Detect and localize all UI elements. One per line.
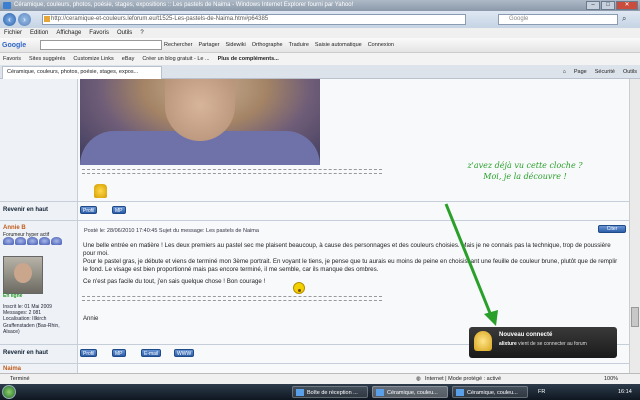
favorites-bar: Favoris Sites suggérés Customize Links e… bbox=[0, 53, 640, 65]
post-paragraph: Une belle entrée en matière ! Les deux p… bbox=[83, 242, 611, 257]
next-author-name[interactable]: Naima bbox=[3, 366, 21, 372]
home-icon[interactable]: ⌂ bbox=[563, 65, 566, 79]
smiley-icon bbox=[293, 282, 305, 294]
bell-icon bbox=[474, 331, 492, 351]
window-title: Céramique, couleurs, photos, poésie, sta… bbox=[14, 2, 354, 8]
fav-plus-complements[interactable]: Plus de compléments... bbox=[218, 53, 279, 65]
row-divider bbox=[0, 201, 629, 202]
close-button[interactable]: ✕ bbox=[616, 1, 638, 10]
menu-outils[interactable]: Outils bbox=[117, 28, 132, 38]
menu-favoris[interactable]: Favoris bbox=[89, 28, 109, 38]
separator-line bbox=[82, 169, 382, 171]
separator-line bbox=[82, 300, 382, 302]
taskbar-item-ie-2[interactable]: Céramique, couleu... bbox=[452, 386, 528, 398]
address-bar: ‹ › http://ceramique-et-couleurs.leforum… bbox=[0, 11, 640, 28]
menu-edition[interactable]: Edition bbox=[30, 28, 48, 38]
row-divider bbox=[0, 363, 629, 364]
row-divider bbox=[0, 220, 629, 221]
search-icon[interactable]: ⌕ bbox=[622, 14, 626, 24]
google-toolbar: Google Rechercher Partager Sidewiki Orth… bbox=[0, 38, 640, 53]
separator-line bbox=[82, 296, 382, 298]
window-titlebar: Céramique, couleurs, photos, poésie, sta… bbox=[0, 0, 640, 11]
fav-ebay[interactable]: eBay bbox=[122, 53, 135, 65]
ie-icon bbox=[3, 2, 11, 9]
popup-user: alixture bbox=[499, 341, 517, 347]
toolbar-connexion[interactable]: Connexion bbox=[368, 38, 394, 52]
rank-stars bbox=[3, 237, 62, 245]
fav-customize-links[interactable]: Customize Links bbox=[73, 53, 113, 65]
command-outils[interactable]: Outils bbox=[623, 65, 637, 79]
language-indicator[interactable]: FR bbox=[538, 384, 545, 400]
tab-bar: Céramique, couleurs, photos, poésie, sta… bbox=[0, 65, 640, 79]
taskbar-item-inbox[interactable]: Boîte de réception ... bbox=[292, 386, 368, 398]
command-page[interactable]: Page bbox=[574, 65, 587, 79]
mp-button[interactable]: MP bbox=[112, 349, 126, 357]
popup-title: Nouveau connecté bbox=[499, 332, 553, 338]
vertical-scrollbar[interactable] bbox=[629, 79, 640, 373]
tab-current[interactable]: Céramique, couleurs, photos, poésie, sta… bbox=[2, 66, 162, 79]
annotation-line-1: z'avez déjà vu cette cloche ? bbox=[467, 161, 583, 170]
menu-fichier[interactable]: Fichier bbox=[4, 28, 22, 38]
status-bar: Terminé ◍ Internet | Mode protégé : acti… bbox=[0, 373, 640, 384]
taskbar: Boîte de réception ... Céramique, couleu… bbox=[0, 384, 640, 400]
bell-smiley-icon bbox=[94, 184, 107, 198]
search-input[interactable]: Google bbox=[498, 14, 618, 25]
menu-bar: Fichier Edition Affichage Favoris Outils… bbox=[0, 28, 640, 38]
favorites-button[interactable]: Favoris bbox=[3, 53, 21, 65]
www-button[interactable]: WWW bbox=[174, 349, 195, 357]
fav-creer-blog[interactable]: Créer un blog gratuit - Le ... bbox=[142, 53, 209, 65]
toolbar-rechercher[interactable]: Rechercher bbox=[164, 38, 192, 52]
author-meta: Inscrit le: 01 Mai 2009 Messages: 2 081 … bbox=[3, 304, 60, 335]
avatar bbox=[3, 256, 43, 294]
email-button[interactable]: E-mail bbox=[141, 349, 162, 357]
toolbar-sidewiki[interactable]: Sidewiki bbox=[226, 38, 246, 52]
url-field[interactable]: http://ceramique-et-couleurs.leforum.eu/… bbox=[42, 14, 466, 25]
search-placeholder: Google bbox=[509, 16, 529, 22]
google-logo: Google bbox=[2, 42, 27, 49]
toolbar-traduire[interactable]: Traduire bbox=[289, 38, 309, 52]
start-button[interactable] bbox=[2, 385, 16, 399]
handwritten-annotation: z'avez déjà vu cette cloche ? Moi, je la… bbox=[425, 160, 625, 182]
notification-popup[interactable]: Nouveau connecté alixture vient de se co… bbox=[469, 327, 617, 358]
post-paragraph: Pour le pastel gras, je débute et viens … bbox=[83, 258, 618, 273]
signature: Annie bbox=[83, 316, 99, 322]
menu-affichage[interactable]: Affichage bbox=[56, 28, 81, 38]
back-arrow-icon[interactable]: ‹ bbox=[3, 13, 16, 26]
back-to-top-link[interactable]: Revenir en haut bbox=[3, 350, 48, 356]
forward-arrow-icon[interactable]: › bbox=[18, 13, 31, 26]
mp-button[interactable]: MP bbox=[112, 206, 126, 214]
online-status: En ligne bbox=[3, 293, 23, 299]
minimize-button[interactable]: – bbox=[586, 1, 600, 10]
author-name[interactable]: Annie B bbox=[3, 225, 26, 231]
maximize-button[interactable]: □ bbox=[601, 1, 615, 10]
toolbar-saisie[interactable]: Saisie automatique bbox=[315, 38, 362, 52]
post-body: Une belle entrée en matière ! Les deux p… bbox=[83, 242, 623, 286]
url-text: http://ceramique-et-couleurs.leforum.eu/… bbox=[51, 16, 269, 22]
command-securite[interactable]: Sécurité bbox=[595, 65, 615, 79]
google-search-input[interactable] bbox=[40, 40, 162, 50]
profil-button[interactable]: Profil bbox=[80, 206, 98, 214]
profil-button[interactable]: Profil bbox=[80, 349, 98, 357]
menu-help[interactable]: ? bbox=[140, 28, 143, 38]
popup-message: alixture vient de se connecter au forum bbox=[499, 341, 587, 347]
scrollbar-thumb[interactable] bbox=[631, 307, 639, 327]
citer-button[interactable]: Citer bbox=[598, 225, 626, 233]
toolbar-partager[interactable]: Partager bbox=[198, 38, 219, 52]
clock[interactable]: 16:14 bbox=[618, 384, 632, 400]
window-controls: – □ ✕ bbox=[586, 1, 638, 10]
taskbar-item-ie-1[interactable]: Céramique, couleu... bbox=[372, 386, 448, 398]
fav-sites-suggeres[interactable]: Sites suggérés bbox=[29, 53, 65, 65]
toolbar-orthographe[interactable]: Orthographe bbox=[252, 38, 283, 52]
post-paragraph: Ce n'est pas facile du tout, j'en sais q… bbox=[83, 278, 266, 285]
post-header: Posté le: 28/06/2010 17:40:45 Sujet du m… bbox=[84, 228, 259, 234]
green-arrow-icon bbox=[444, 203, 498, 326]
back-to-top-link[interactable]: Revenir en haut bbox=[3, 207, 48, 213]
separator-line bbox=[82, 173, 382, 175]
tab-title: Céramique, couleurs, photos, poésie, sta… bbox=[7, 69, 139, 75]
pastel-portrait-image bbox=[80, 79, 320, 165]
site-favicon-icon bbox=[44, 16, 50, 22]
annotation-line-2: Moi, je la découvre ! bbox=[483, 172, 567, 181]
